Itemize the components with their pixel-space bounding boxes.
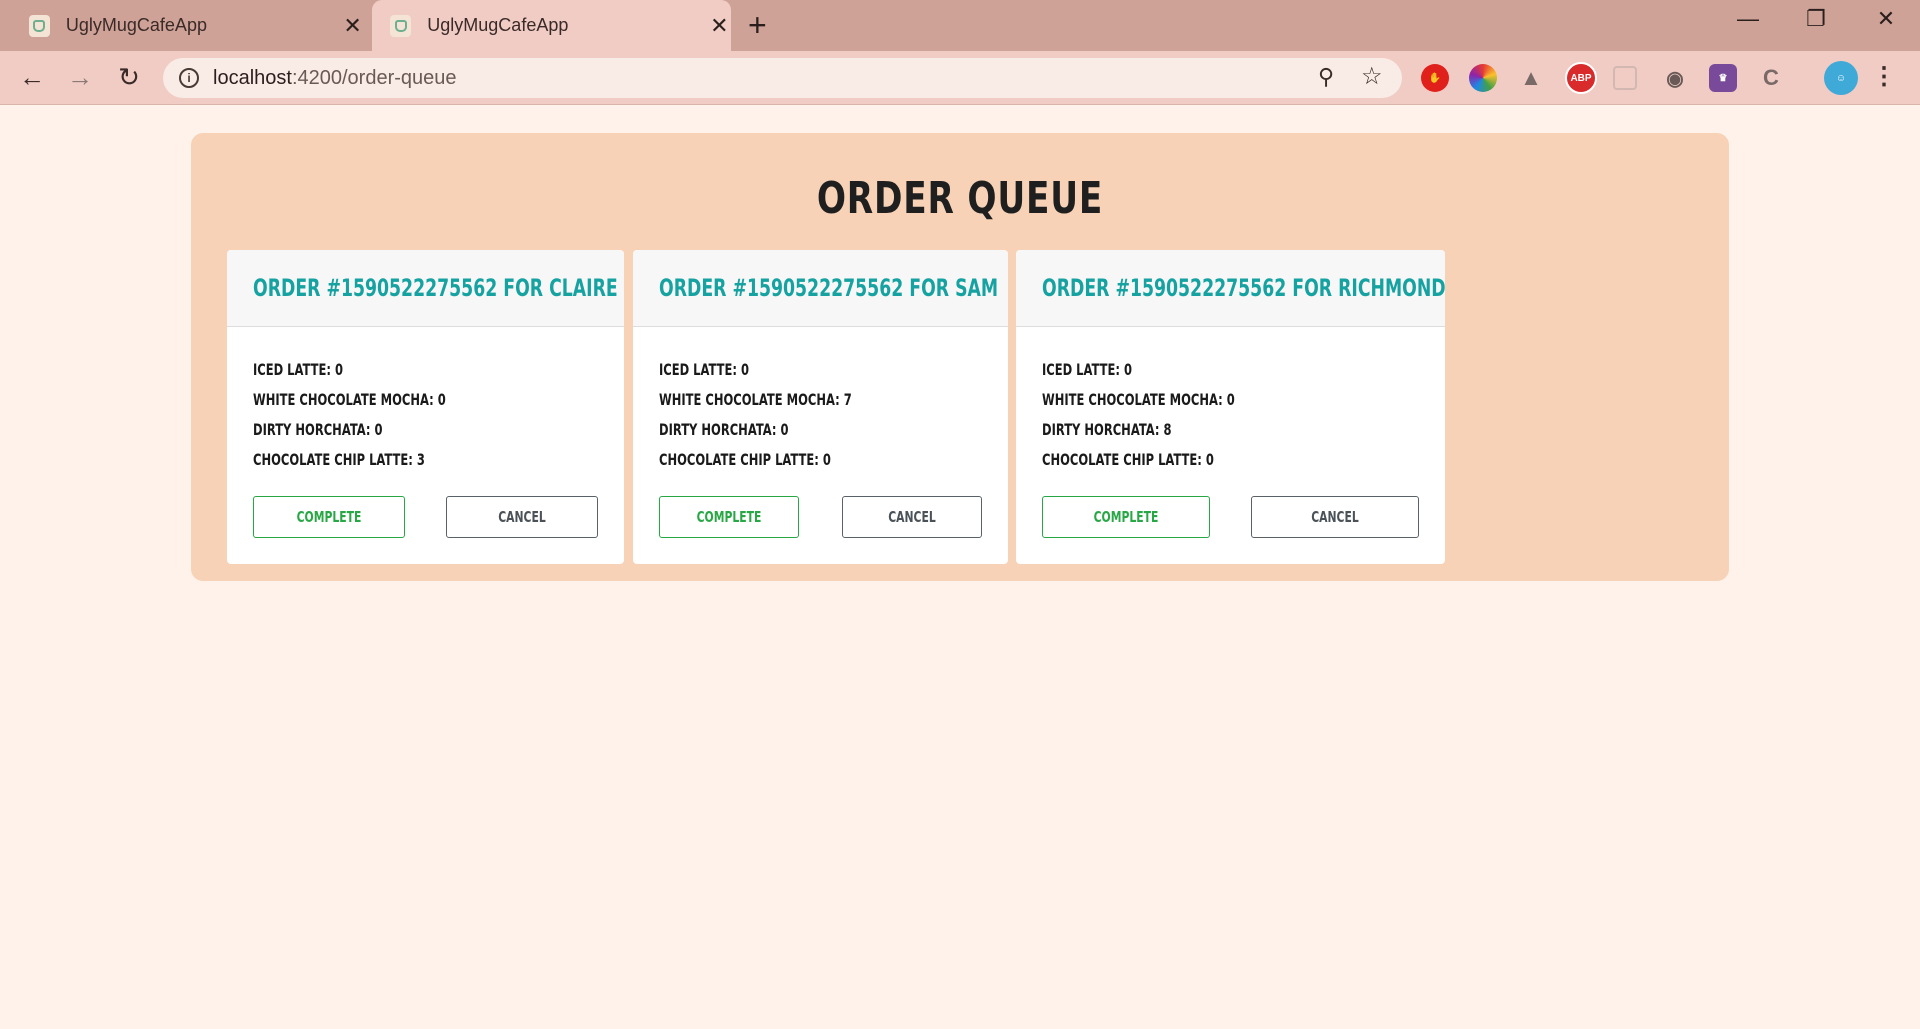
order-item: ICED LATTE: 0 bbox=[659, 360, 750, 379]
extension-camera-icon[interactable]: ◉ bbox=[1661, 64, 1689, 92]
browser-toolbar: ← → ↻ i localhost:4200/order-queue ⚲ ☆ ✋… bbox=[0, 51, 1920, 105]
browser-titlebar: UglyMugCafeApp ✕ UglyMugCafeApp ✕ + — ❐ … bbox=[0, 0, 1920, 51]
order-card-header: ORDER #1590522275562 FOR SAM bbox=[633, 250, 1008, 327]
order-items: ICED LATTE: 0 WHITE CHOCOLATE MOCHA: 0 D… bbox=[227, 327, 624, 475]
bookmark-star-icon[interactable]: ☆ bbox=[1361, 62, 1383, 91]
app-favicon-icon bbox=[390, 14, 412, 37]
window-close-icon[interactable]: ✕ bbox=[1866, 6, 1906, 32]
order-item: ICED LATTE: 0 bbox=[253, 360, 344, 379]
order-heading: ORDER #1590522275562 FOR RICHMOND bbox=[1042, 274, 1445, 302]
cancel-button[interactable]: CANCEL bbox=[446, 496, 598, 538]
order-card: ORDER #1590522275562 FOR RICHMOND ICED L… bbox=[1016, 250, 1445, 564]
url-text[interactable]: localhost:4200/order-queue bbox=[213, 67, 457, 90]
address-bar[interactable]: i localhost:4200/order-queue ⚲ ☆ bbox=[163, 58, 1402, 98]
order-item: CHOCOLATE CHIP LATTE: 0 bbox=[1042, 450, 1214, 469]
order-item: WHITE CHOCOLATE MOCHA: 0 bbox=[253, 390, 446, 409]
close-tab-icon[interactable]: ✕ bbox=[708, 13, 731, 38]
zoom-icon[interactable]: ⚲ bbox=[1318, 64, 1334, 90]
order-item: WHITE CHOCOLATE MOCHA: 7 bbox=[659, 390, 852, 409]
order-card: ORDER #1590522275562 FOR SAM ICED LATTE:… bbox=[633, 250, 1008, 564]
order-item: DIRTY HORCHATA: 0 bbox=[659, 420, 789, 439]
order-heading: ORDER #1590522275562 FOR SAM bbox=[659, 274, 999, 302]
tab-title: UglyMugCafeApp bbox=[65, 15, 207, 35]
extension-drive-icon[interactable]: ▲ bbox=[1517, 64, 1545, 92]
profile-avatar[interactable]: ☺ bbox=[1824, 61, 1858, 95]
reload-icon[interactable]: ↻ bbox=[114, 63, 144, 91]
extension-colorwheel-icon[interactable] bbox=[1469, 64, 1497, 92]
page-title: ORDER QUEUE bbox=[816, 173, 1104, 224]
cancel-button[interactable]: CANCEL bbox=[842, 496, 982, 538]
browser-menu-icon[interactable]: ⋮ bbox=[1872, 63, 1896, 91]
close-tab-icon[interactable]: ✕ bbox=[341, 13, 364, 38]
order-actions: COMPLETE CANCEL bbox=[659, 496, 982, 538]
site-info-icon[interactable]: i bbox=[179, 68, 199, 88]
order-item: CHOCOLATE CHIP LATTE: 0 bbox=[659, 450, 831, 469]
cancel-button[interactable]: CANCEL bbox=[1251, 496, 1419, 538]
back-icon[interactable]: ← bbox=[17, 63, 47, 91]
order-actions: COMPLETE CANCEL bbox=[1042, 496, 1419, 538]
complete-button[interactable]: COMPLETE bbox=[253, 496, 405, 538]
complete-button[interactable]: COMPLETE bbox=[659, 496, 799, 538]
order-card: ORDER #1590522275562 FOR CLAIRE ICED LAT… bbox=[227, 250, 624, 564]
order-item: DIRTY HORCHATA: 8 bbox=[1042, 420, 1172, 439]
extension-stop-icon[interactable]: ✋ bbox=[1421, 64, 1449, 92]
order-card-header: ORDER #1590522275562 FOR CLAIRE bbox=[227, 250, 624, 327]
order-card-header: ORDER #1590522275562 FOR RICHMOND bbox=[1016, 250, 1445, 327]
minimize-icon[interactable]: — bbox=[1728, 6, 1768, 32]
order-items: ICED LATTE: 0 WHITE CHOCOLATE MOCHA: 7 D… bbox=[633, 327, 1008, 475]
order-item: ICED LATTE: 0 bbox=[1042, 360, 1133, 379]
complete-button[interactable]: COMPLETE bbox=[1042, 496, 1210, 538]
app-favicon-icon bbox=[29, 14, 50, 37]
browser-tab-1[interactable]: UglyMugCafeApp ✕ bbox=[29, 0, 364, 51]
restore-icon[interactable]: ❐ bbox=[1796, 6, 1836, 32]
extension-cup-icon[interactable]: ♛ bbox=[1709, 64, 1737, 92]
order-heading: ORDER #1590522275562 FOR CLAIRE bbox=[253, 274, 618, 302]
order-item: WHITE CHOCOLATE MOCHA: 0 bbox=[1042, 390, 1235, 409]
extension-c-icon[interactable]: C bbox=[1757, 64, 1785, 92]
forward-icon[interactable]: → bbox=[65, 63, 95, 91]
browser-tab-2[interactable]: UglyMugCafeApp ✕ bbox=[372, 0, 731, 51]
order-item: DIRTY HORCHATA: 0 bbox=[253, 420, 383, 439]
order-queue-panel: ORDER QUEUE ORDER #1590522275562 FOR CLA… bbox=[191, 133, 1729, 581]
order-items: ICED LATTE: 0 WHITE CHOCOLATE MOCHA: 0 D… bbox=[1016, 327, 1445, 475]
order-actions: COMPLETE CANCEL bbox=[253, 496, 598, 538]
order-item: CHOCOLATE CHIP LATTE: 3 bbox=[253, 450, 425, 469]
extension-pocket-icon[interactable] bbox=[1613, 66, 1637, 90]
tab-title: UglyMugCafeApp bbox=[427, 15, 569, 35]
extension-adblock-icon[interactable]: ABP bbox=[1565, 62, 1597, 94]
new-tab-icon[interactable]: + bbox=[748, 8, 767, 42]
